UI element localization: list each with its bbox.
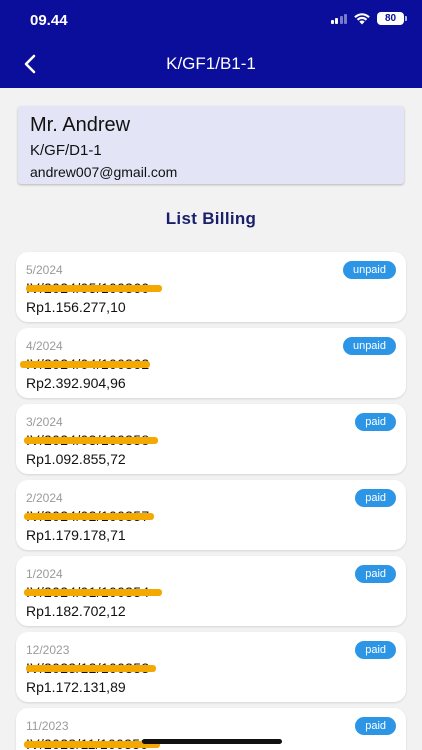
profile-card: Mr. Andrew K/GF/D1-1 andrew007@gmail.com [18, 106, 404, 184]
bill-card[interactable]: 2/2024 paid IV/2024/02/100357 Rp1.179.17… [16, 480, 406, 550]
bill-card[interactable]: 5/2024 unpaid IV/2024/05/100360 Rp1.156.… [16, 252, 406, 322]
status-badge: paid [355, 489, 396, 507]
bill-amount: Rp1.156.277,10 [26, 299, 126, 315]
bill-amount: Rp1.172.131,89 [26, 679, 126, 695]
nav-bar: K/GF1/B1-1 [0, 44, 422, 84]
redaction-mark [26, 665, 156, 672]
app-header: 09.44 80 K/GF1/B1-1 [0, 0, 422, 88]
redaction-mark [24, 437, 158, 444]
status-time: 09.44 [30, 12, 68, 29]
status-badge: paid [355, 413, 396, 431]
bill-card[interactable]: 12/2023 paid IV/2023/12/100353 Rp1.172.1… [16, 632, 406, 702]
status-icons: 80 [330, 12, 407, 25]
bill-amount: Rp2.392.904,96 [26, 375, 126, 391]
redaction-mark [24, 513, 154, 520]
bill-period: 12/2023 [26, 643, 70, 657]
redaction-mark [26, 285, 162, 292]
redaction-mark [24, 741, 160, 748]
status-badge: unpaid [342, 337, 396, 355]
bill-period: 3/2024 [26, 415, 63, 429]
bill-card[interactable]: 1/2024 paid IV/2024/01/100354 Rp1.182.70… [16, 556, 406, 626]
section-title: List Billing [165, 209, 257, 228]
status-badge: paid [355, 565, 396, 583]
bill-card[interactable]: 4/2024 unpaid IV/2024/04/100362 Rp2.392.… [16, 328, 406, 398]
profile-email: andrew007@gmail.com [30, 164, 178, 180]
battery-icon: 80 [377, 12, 407, 25]
bill-amount: Rp1.182.702,12 [26, 603, 126, 619]
bill-period: 5/2024 [26, 263, 63, 277]
bill-amount: Rp1.179.178,71 [26, 527, 126, 543]
home-indicator [142, 739, 282, 744]
billing-list: 5/2024 unpaid IV/2024/05/100360 Rp1.156.… [16, 252, 406, 750]
redaction-mark [24, 589, 162, 596]
page-title: K/GF1/B1-1 [166, 54, 256, 73]
bill-amount: Rp1.092.855,72 [26, 451, 126, 467]
bill-period: 4/2024 [26, 339, 63, 353]
profile-unit: K/GF/D1-1 [30, 142, 102, 159]
bill-card[interactable]: 3/2024 paid IV/2024/03/100358 Rp1.092.85… [16, 404, 406, 474]
bill-period: 11/2023 [26, 719, 69, 733]
status-badge: unpaid [342, 261, 396, 279]
profile-name: Mr. Andrew [30, 114, 131, 136]
bill-period: 1/2024 [26, 567, 63, 581]
redaction-mark [20, 361, 150, 368]
signal-icon [330, 13, 347, 24]
status-badge: paid [355, 641, 396, 659]
status-bar: 09.44 80 [0, 0, 422, 40]
status-badge: paid [355, 717, 396, 735]
wifi-icon [354, 13, 370, 25]
bill-period: 2/2024 [26, 491, 63, 505]
